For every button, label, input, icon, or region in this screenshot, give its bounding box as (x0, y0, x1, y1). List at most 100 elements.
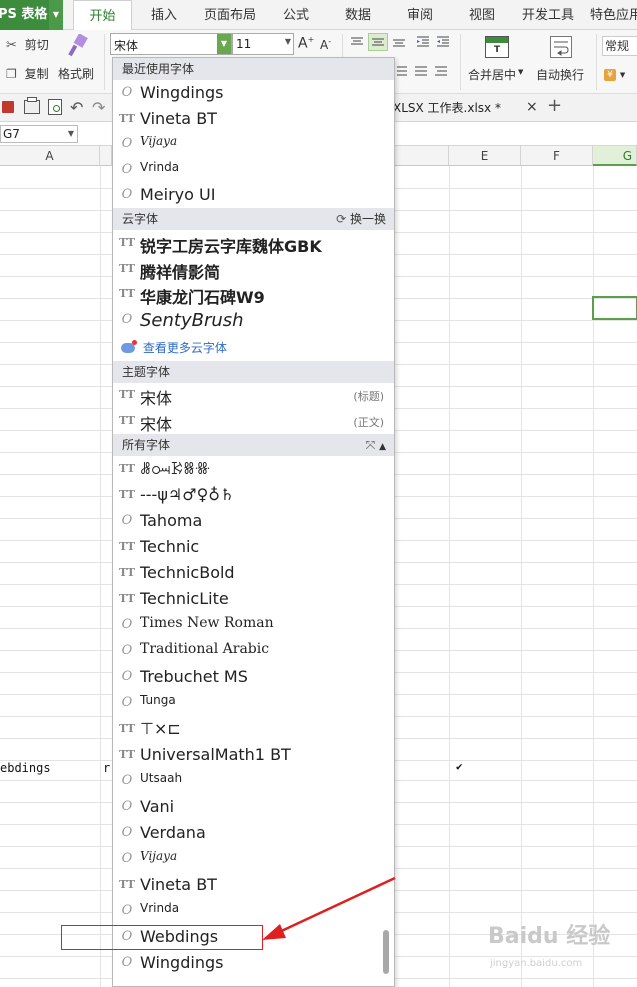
font-option[interactable]: TT ⊤×⊏ (113, 716, 394, 742)
copy-button[interactable]: ❐ 复制 (6, 65, 49, 82)
font-option-label: Vani (140, 797, 175, 816)
watermark: Baidu 经验 (488, 924, 611, 949)
wrap-text-button[interactable]: 自动换行 (534, 32, 590, 88)
spreadsheet-app: PS 表格 ▼ 开始 插入 页面布局 公式 数据 审阅 视图 开发工具 特色应用… (0, 0, 637, 987)
font-option[interactable]: TT Vineta BT (113, 872, 394, 898)
font-option[interactable]: O Wingdings (113, 80, 394, 106)
font-option[interactable]: O Verdana (113, 820, 394, 846)
font-name-select[interactable]: 宋体 ▼ (110, 33, 232, 55)
active-cell-g7[interactable] (592, 296, 637, 320)
cell-e-check[interactable]: ✔ (456, 760, 463, 773)
font-option[interactable]: O Tunga (113, 690, 394, 716)
tab-page-layout[interactable]: 页面布局 (198, 0, 262, 30)
font-option[interactable]: TT 华康龙门石碑W9 (113, 281, 394, 307)
font-option[interactable]: TT UniversalMath1 BT (113, 742, 394, 768)
font-option[interactable]: O Vijaya (113, 846, 394, 872)
font-option[interactable]: TT 锐字工房云字库魏体GBK (113, 230, 394, 256)
font-option[interactable]: O Vrinda (113, 157, 394, 183)
font-option[interactable]: O Wingdings (113, 950, 394, 976)
font-option-label: Vijaya (140, 134, 178, 148)
column-header-d[interactable] (395, 146, 449, 166)
column-header-b[interactable] (100, 146, 112, 166)
tab-data[interactable]: 数据 (334, 0, 382, 30)
tab-review[interactable]: 审阅 (396, 0, 444, 30)
increase-indent-icon[interactable] (434, 34, 452, 50)
chevron-down-icon[interactable]: ▼ (217, 34, 231, 54)
opentype-font-icon: O (121, 161, 133, 177)
tab-developer[interactable]: 开发工具 (516, 0, 580, 30)
chevron-down-icon[interactable]: ▼ (49, 0, 63, 30)
chevron-down-icon[interactable]: ▼ (68, 126, 74, 142)
merge-center-button[interactable]: T 合并居中 ▼ (466, 32, 526, 88)
chevron-down-icon[interactable]: ▼ (285, 37, 291, 46)
opentype-font-icon: O (121, 617, 133, 632)
dropdown-scrollbar[interactable] (383, 930, 389, 974)
font-option[interactable]: O Tahoma (113, 508, 394, 534)
add-tab-icon[interactable]: + (547, 95, 562, 116)
font-size-select[interactable]: 11 ▼ (232, 33, 294, 55)
tab-formulas[interactable]: 公式 (272, 0, 320, 30)
font-option[interactable]: O Times New Roman (113, 612, 394, 638)
grid-col-line (449, 166, 450, 987)
tab-insert[interactable]: 插入 (140, 0, 188, 30)
name-box[interactable]: G7 ▼ (0, 125, 78, 143)
close-icon[interactable]: × (526, 99, 538, 115)
cell-b-text[interactable]: r (103, 761, 110, 775)
font-option[interactable]: O Vijaya (113, 131, 394, 157)
grow-font-button[interactable]: A+ (298, 35, 314, 52)
number-format-select[interactable]: 常规 (602, 36, 637, 56)
more-cloud-fonts-link[interactable]: 查看更多云字体 (121, 339, 227, 359)
cell-a-text[interactable]: ebdings (0, 761, 51, 775)
font-option[interactable]: O Vani (113, 794, 394, 820)
app-menu-button[interactable]: PS 表格 ▼ (0, 0, 63, 30)
column-header-e[interactable]: E (449, 146, 521, 166)
font-option[interactable]: TT TechnicLite (113, 586, 394, 612)
print-icon[interactable] (24, 97, 40, 114)
chevron-down-icon[interactable]: ▼ (518, 68, 523, 76)
document-tab[interactable]: XLSX 工作表.xlsx * (393, 94, 501, 122)
font-option[interactable]: O SentyBrush (113, 307, 394, 333)
font-option[interactable]: TT Vineta BT (113, 106, 394, 132)
align-top-icon[interactable] (348, 34, 366, 50)
font-option[interactable]: O Utsaah (113, 768, 394, 794)
decrease-indent-icon[interactable] (414, 34, 432, 50)
font-option[interactable]: O Vrinda (113, 898, 394, 924)
font-dropdown[interactable]: 最近使用字体 O Wingdings TT Vineta BT O Vijaya O Vrin… (112, 57, 395, 987)
cloud-icon (121, 340, 137, 353)
save-icon[interactable] (2, 101, 14, 113)
currency-format-button[interactable]: ¥ ▼ (604, 66, 634, 82)
switch-cloud-fonts-button[interactable]: ⟳ 换一换 (336, 208, 386, 230)
column-header-f[interactable]: F (521, 146, 593, 166)
chevron-down-icon[interactable]: ▼ (620, 71, 625, 79)
align-middle-icon[interactable] (368, 33, 388, 51)
font-option[interactable]: TT 腾祥倩影简 (113, 256, 394, 282)
collapse-section-button[interactable]: ⤧ ▲ (366, 434, 386, 458)
font-option[interactable]: TT Technic (113, 534, 394, 560)
font-option[interactable]: TT ---ψ♃♂♀♁♄ (113, 482, 394, 508)
horizontal-align-icons[interactable] (395, 64, 455, 80)
font-option[interactable]: TT TechnicBold (113, 560, 394, 586)
font-option[interactable]: TT 宋体 (正文) (113, 408, 394, 434)
align-bottom-icon[interactable] (390, 34, 408, 50)
format-painter-button[interactable]: 格式刷 (58, 32, 98, 88)
column-header-a[interactable]: A (0, 146, 100, 166)
font-option[interactable]: TT ꗡꗢꗣꗤꗥ (113, 456, 394, 482)
cut-button[interactable]: ✂ 剪切 (6, 36, 49, 53)
column-header-g[interactable]: G (593, 146, 637, 166)
print-preview-icon[interactable] (48, 99, 62, 115)
font-option-label: ⊤×⊏ (140, 719, 181, 738)
font-option[interactable]: TT 宋体 (标题) (113, 382, 394, 408)
undo-icon[interactable]: ↶ (70, 98, 83, 117)
font-option[interactable]: O Meiryo UI (113, 182, 394, 208)
font-option-label: Times New Roman (140, 615, 274, 631)
section-recent-label: 最近使用字体 (122, 62, 195, 76)
menu-bar: PS 表格 ▼ 开始 插入 页面布局 公式 数据 审阅 视图 开发工具 特色应用 (0, 0, 637, 31)
tab-home[interactable]: 开始 (73, 0, 132, 31)
redo-icon[interactable]: ↷ (92, 98, 105, 117)
shrink-font-icon: A (320, 38, 329, 52)
font-option[interactable]: O Trebuchet MS (113, 664, 394, 690)
shrink-font-button[interactable]: A- (320, 37, 331, 52)
tab-features[interactable]: 特色应用 (590, 0, 637, 30)
tab-view[interactable]: 视图 (458, 0, 506, 30)
font-option[interactable]: O Traditional Arabic (113, 638, 394, 664)
